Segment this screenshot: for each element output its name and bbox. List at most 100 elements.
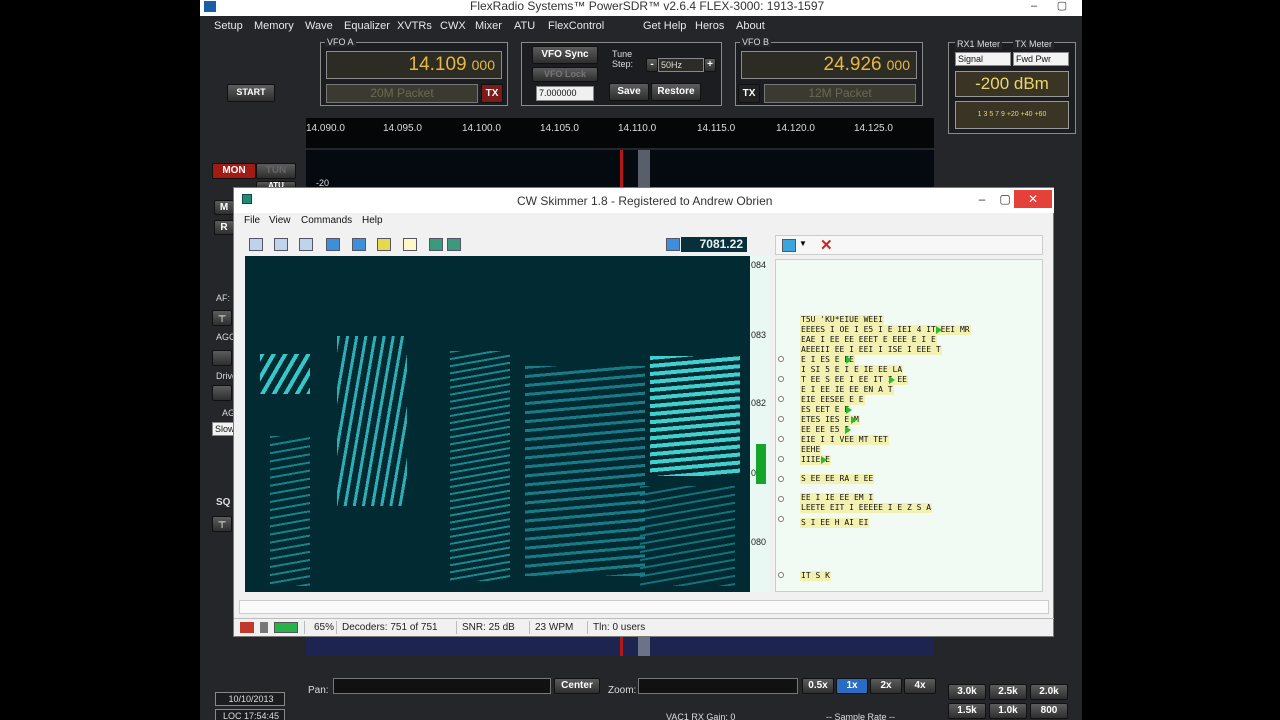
menu-file[interactable]: File bbox=[244, 215, 260, 226]
skimmer-waterfall[interactable] bbox=[245, 256, 751, 592]
menu-mixer[interactable]: Mixer bbox=[475, 20, 502, 32]
zoom-4x-button[interactable]: 4x bbox=[904, 678, 936, 694]
notepad-icon[interactable] bbox=[403, 238, 417, 251]
menu-view[interactable]: View bbox=[269, 215, 291, 226]
save-button[interactable]: Save bbox=[609, 83, 649, 101]
panadapter[interactable]: -20 bbox=[306, 150, 934, 192]
play-icon[interactable] bbox=[821, 456, 827, 464]
menu-flexcontrol[interactable]: FlexControl bbox=[548, 20, 604, 32]
decode-line[interactable]: I SI 5 E I E IE EE LA bbox=[800, 365, 904, 375]
start-button[interactable]: START bbox=[227, 84, 275, 102]
pan-slider[interactable] bbox=[333, 678, 551, 694]
chevron-down-icon[interactable]: ▼ bbox=[799, 239, 807, 248]
center-button[interactable]: Center bbox=[554, 678, 600, 694]
zoom-1x-button[interactable]: 1x bbox=[836, 678, 868, 694]
play-icon[interactable] bbox=[851, 416, 857, 424]
clear-icon[interactable]: ✕ bbox=[820, 236, 833, 254]
decode-line[interactable]: S I EE H AI EI bbox=[800, 518, 870, 528]
decode-line[interactable]: EE I IE EE EM I bbox=[800, 493, 875, 503]
waterfall-strip[interactable] bbox=[306, 636, 934, 656]
zoom-05x-button[interactable]: 0.5x bbox=[802, 678, 834, 694]
agc-slider[interactable] bbox=[212, 350, 232, 366]
decode-line[interactable]: S EE EE RA E EE bbox=[800, 474, 875, 484]
minimize-icon[interactable]: – bbox=[1020, 0, 1048, 14]
play-icon[interactable] bbox=[936, 326, 942, 334]
zoom-2x-button[interactable]: 2x bbox=[870, 678, 902, 694]
window-icon[interactable] bbox=[429, 238, 443, 251]
play-icon[interactable] bbox=[846, 356, 852, 364]
tune-step-up[interactable]: + bbox=[704, 58, 716, 72]
rx-meter-select[interactable]: Signal bbox=[955, 52, 1011, 66]
mon-button[interactable]: MON bbox=[212, 163, 256, 179]
zoom-slider[interactable] bbox=[638, 678, 798, 694]
menu-cwx[interactable]: CWX bbox=[440, 20, 466, 32]
decode-line[interactable]: EIE I I VEE MT TET bbox=[800, 435, 889, 445]
decode-line[interactable]: ES EET E E bbox=[800, 405, 851, 415]
af-slider[interactable]: ┬ bbox=[212, 310, 232, 326]
decode-line[interactable]: LEETE EIT I EEEEE I E Z S A bbox=[800, 503, 933, 513]
filter-2k5-button[interactable]: 2.5k bbox=[989, 684, 1027, 700]
menu-xvtrs[interactable]: XVTRs bbox=[397, 20, 432, 32]
decode-line[interactable]: EE EE E5 I bbox=[800, 425, 851, 435]
align-center-icon[interactable] bbox=[352, 238, 366, 251]
tune-step-down[interactable]: - bbox=[646, 58, 658, 72]
lock-icon[interactable] bbox=[260, 622, 268, 633]
filter-1k5-button[interactable]: 1.5k bbox=[948, 703, 986, 719]
speaker-icon[interactable] bbox=[299, 238, 313, 251]
record-icon[interactable] bbox=[240, 622, 254, 633]
play-icon[interactable] bbox=[845, 426, 851, 434]
filter-800-button[interactable]: 800 bbox=[1030, 703, 1068, 719]
filter-3k0-button[interactable]: 3.0k bbox=[948, 684, 986, 700]
menu-help[interactable]: Help bbox=[362, 215, 383, 226]
align-top-icon[interactable] bbox=[326, 238, 340, 251]
close-icon[interactable]: ✕ bbox=[1014, 190, 1052, 208]
vfo-a-frequency[interactable]: 14.109 000 bbox=[326, 51, 502, 79]
menu-about[interactable]: About bbox=[736, 20, 765, 32]
vac-gain-label: VAC1 RX Gain: 0 bbox=[666, 712, 736, 720]
maximize-icon[interactable]: ▢ bbox=[1048, 0, 1076, 14]
list-icon[interactable] bbox=[782, 239, 796, 252]
menu-get-help[interactable]: Get Help bbox=[643, 20, 686, 32]
vfo-lock-button[interactable]: VFO Lock bbox=[532, 67, 598, 82]
menu-commands[interactable]: Commands bbox=[301, 215, 352, 226]
play-icon[interactable] bbox=[889, 376, 895, 384]
vfo-a-tx-button[interactable]: TX bbox=[481, 84, 503, 103]
tape-icon[interactable] bbox=[274, 238, 288, 251]
play-icon[interactable] bbox=[846, 406, 852, 414]
m-button[interactable]: M bbox=[214, 200, 234, 215]
vfo-b-tx-button[interactable]: TX bbox=[738, 84, 760, 103]
r-button[interactable]: R bbox=[214, 220, 234, 235]
menu-memory[interactable]: Memory bbox=[254, 20, 294, 32]
tune-step-value[interactable]: 50Hz bbox=[658, 58, 704, 72]
agc-mode-select[interactable]: Slow bbox=[212, 422, 234, 436]
tun-button[interactable]: TUN bbox=[256, 163, 296, 179]
menu-setup[interactable]: Setup bbox=[214, 20, 243, 32]
tx-meter-select[interactable]: Fwd Pwr bbox=[1013, 52, 1069, 66]
windows-icon[interactable] bbox=[447, 238, 461, 251]
decode-line[interactable]: IT S K bbox=[800, 571, 831, 581]
decode-line[interactable]: EEHE bbox=[800, 445, 822, 455]
menu-atu[interactable]: ATU bbox=[514, 20, 535, 32]
vfo-sync-button[interactable]: VFO Sync bbox=[532, 46, 598, 64]
message-bar[interactable] bbox=[239, 600, 1049, 614]
decode-line[interactable]: EEEES I OE I E5 I E IEI 4 IT EEI MR bbox=[800, 325, 971, 335]
decode-line[interactable]: EAE I EE EE EEET E EEE E I E bbox=[800, 335, 937, 345]
decode-line[interactable]: T5U 'KU*EIUE WEEI bbox=[800, 315, 884, 325]
filter-2k0-button[interactable]: 2.0k bbox=[1030, 684, 1068, 700]
drive-slider[interactable] bbox=[212, 385, 232, 401]
menu-equalizer[interactable]: Equalizer bbox=[344, 20, 390, 32]
ruler-icon[interactable] bbox=[377, 238, 391, 251]
decode-line[interactable]: E I EE IE EE EN A T bbox=[800, 385, 894, 395]
decode-line[interactable]: AEEEII EE I EEI I ISE I EEE T bbox=[800, 345, 942, 355]
restore-button[interactable]: Restore bbox=[651, 83, 701, 101]
menu-wave[interactable]: Wave bbox=[305, 20, 333, 32]
sync-freq-icon[interactable] bbox=[666, 238, 680, 251]
decode-line[interactable]: EIE EESEE E E bbox=[800, 395, 865, 405]
vfo-b-frequency[interactable]: 24.926 000 bbox=[741, 51, 917, 79]
sq-slider[interactable]: ┬ bbox=[212, 516, 232, 532]
offset-field[interactable]: 7.000000 bbox=[536, 86, 594, 101]
menu-heros[interactable]: Heros bbox=[695, 20, 724, 32]
skimmer-frequency[interactable]: 7081.22 bbox=[681, 237, 747, 252]
filter-1k0-button[interactable]: 1.0k bbox=[989, 703, 1027, 719]
camera-icon[interactable] bbox=[249, 238, 263, 251]
